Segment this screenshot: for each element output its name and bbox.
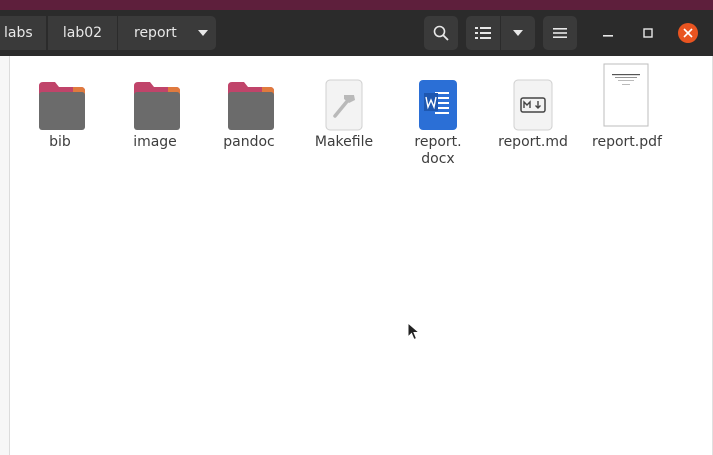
file-label: Makefile <box>314 134 374 150</box>
file-label: image <box>133 134 177 150</box>
maximize-icon <box>643 28 653 38</box>
file-label: report. docx <box>414 134 462 167</box>
file-item-report-docx[interactable]: report. docx <box>391 62 485 168</box>
file-label: bib <box>49 134 71 150</box>
file-item-icon-wrap <box>486 62 580 134</box>
minimize-icon <box>603 35 613 37</box>
breadcrumb-label: labs <box>4 25 33 41</box>
breadcrumb-labs[interactable]: labs <box>0 16 46 50</box>
breadcrumb-label: lab02 <box>62 25 103 41</box>
mouse-cursor-icon <box>407 322 421 341</box>
list-view-button[interactable] <box>466 16 500 50</box>
close-button[interactable] <box>671 16 705 50</box>
file-item-icon-wrap <box>297 62 391 134</box>
file-item-icon-wrap <box>391 62 485 134</box>
word-document-icon <box>419 80 457 130</box>
pdf-thumbnail-icon <box>603 63 649 127</box>
header-bar: labs lab02 report <box>0 10 713 56</box>
maximize-button[interactable] <box>631 16 665 50</box>
file-grid: bib image pandoc Makefile report. docx r… <box>11 56 713 455</box>
search-button[interactable] <box>424 16 458 50</box>
menu-button[interactable] <box>543 16 577 50</box>
file-item-pandoc[interactable]: pandoc <box>202 62 296 151</box>
folder-icon <box>134 82 180 130</box>
file-item-report-pdf[interactable]: report.pdf <box>580 62 674 151</box>
file-item-report-md[interactable]: report.md <box>486 62 580 151</box>
markdown-icon <box>513 79 553 131</box>
file-item-bib[interactable]: bib <box>13 62 107 151</box>
sidebar-edge <box>0 56 10 455</box>
file-label: report.md <box>498 134 568 150</box>
file-item-icon-wrap <box>580 62 674 134</box>
hamburger-menu-icon <box>553 28 567 38</box>
close-icon <box>678 23 698 43</box>
makefile-icon <box>325 79 363 131</box>
file-item-icon-wrap <box>108 62 202 134</box>
window-top-stripe <box>0 0 713 10</box>
file-item-makefile[interactable]: Makefile <box>297 62 391 151</box>
file-item-image[interactable]: image <box>108 62 202 151</box>
file-item-icon-wrap <box>13 62 107 134</box>
breadcrumb-report[interactable]: report <box>118 16 216 50</box>
folder-icon <box>228 82 274 130</box>
file-label: pandoc <box>223 134 275 150</box>
folder-icon <box>39 82 85 130</box>
breadcrumb-label: report <box>134 25 177 41</box>
breadcrumb-lab02[interactable]: lab02 <box>48 16 117 50</box>
minimize-button[interactable] <box>591 16 625 50</box>
list-view-icon <box>475 27 491 39</box>
chevron-down-icon <box>513 30 523 36</box>
file-item-icon-wrap <box>202 62 296 134</box>
view-options-button[interactable] <box>501 16 535 50</box>
search-icon <box>433 25 449 41</box>
file-label: report.pdf <box>592 134 662 150</box>
chevron-down-icon[interactable] <box>197 29 209 37</box>
